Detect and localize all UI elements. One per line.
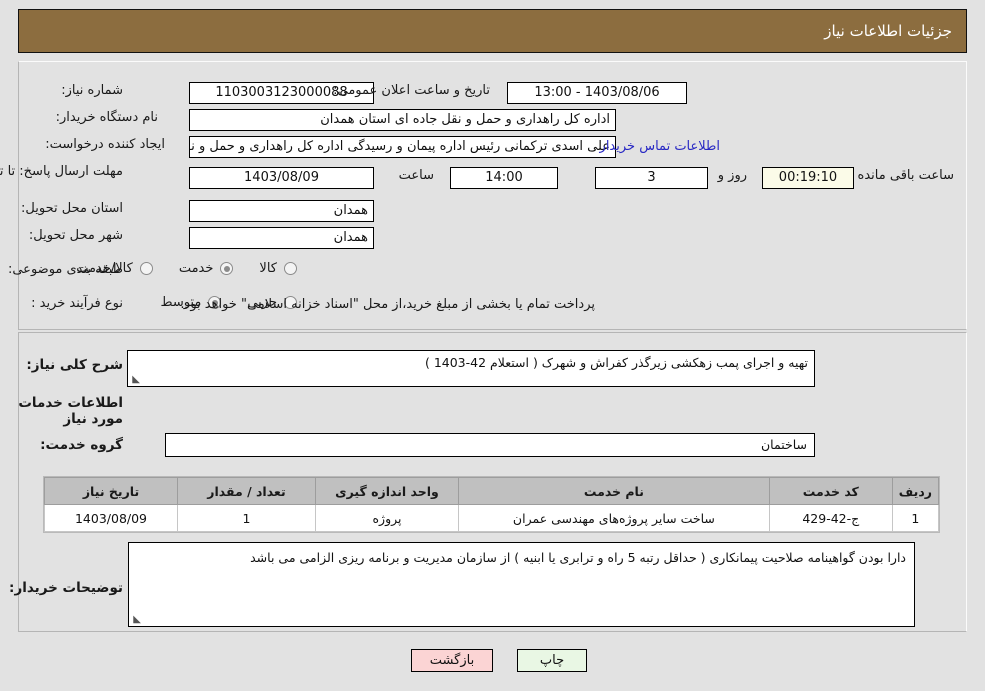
buyer-notes-label: توضیحات خریدار: (9, 580, 123, 596)
hours-remaining-label: ساعت باقی مانده (857, 168, 954, 183)
print-button[interactable]: چاپ (517, 649, 587, 672)
delivery-city-label: شهر محل تحویل: (28, 228, 123, 243)
subject-category-option-1[interactable]: خدمت (179, 261, 234, 276)
resize-handle-icon[interactable]: ◣ (131, 615, 141, 625)
resize-handle-icon[interactable]: ◣ (130, 375, 140, 385)
table-cell-کد خدمت: ج-42-429 (768, 504, 893, 532)
need-summary-label: شرح کلی نیاز: (26, 357, 123, 373)
subject-category-option-0[interactable]: کالا (259, 261, 297, 276)
table-column-header-1: کد خدمت (768, 477, 893, 505)
table-cell-واحد اندازه گیری: پروژه (315, 504, 459, 532)
radio-button-icon[interactable] (284, 262, 297, 275)
deadline-hour-label: ساعت (398, 168, 434, 183)
subject-category-option-label: کالا (259, 261, 277, 276)
procurement-type-label: نوع فرآیند خرید : (31, 296, 123, 311)
services-table-body: 1 ج-42-429 ساخت سایر پروژه‌های مهندسی عمرا… (44, 504, 940, 532)
delivery-province-label: استان محل تحویل: (21, 201, 123, 216)
request-creator-label: ایجاد کننده درخواست: (45, 137, 165, 152)
need-details-page: جزئیات اطلاعات نیاز AriaTender.net شماره… (0, 0, 985, 691)
need-summary-textarea[interactable]: تهیه و اجرای پمب زهکشی زیرگذر کفراش و شه… (127, 350, 815, 387)
buyer-contact-link[interactable]: اطلاعات تماس خریدار (600, 139, 720, 154)
table-cell-ردیف: 1 (891, 504, 940, 532)
table-row: 1 ج-42-429 ساخت سایر پروژه‌های مهندسی عمرا… (44, 504, 940, 532)
buyer-notes-textarea[interactable]: دارا بودن گواهینامه صلاحیت پیمانکاری ( ح… (128, 542, 915, 627)
request-creator-field[interactable]: علی اسدی ترکمانی رئیس اداره پیمان و رسید… (189, 136, 616, 158)
services-table: ردیف کد خدمت نام خدمت واحد اندازه گیری تعداد… (44, 477, 940, 532)
need-info-panel (18, 61, 967, 330)
services-section-heading: اطلاعات خدمات مورد نیاز (18, 395, 123, 427)
subject-category-option-2[interactable]: کالا/خدمت (76, 261, 153, 276)
subject-category-option-label: کالا/خدمت (76, 261, 133, 276)
days-remaining-field[interactable]: 3 (595, 167, 708, 189)
table-column-header-2: نام خدمت (458, 477, 770, 505)
need-number-label: شماره نیاز: (61, 83, 123, 98)
service-group-field[interactable]: ساختمان (165, 433, 815, 457)
subject-category-radio-group[interactable]: کالا خدمت کالا/خدمت (50, 261, 297, 276)
delivery-province-field[interactable]: همدان (189, 200, 374, 222)
table-cell-تاریخ نیاز: 1403/08/09 (44, 504, 178, 532)
deadline-date-field[interactable]: 1403/08/09 (189, 167, 374, 189)
services-table-wrapper: ردیف کد خدمت نام خدمت واحد اندازه گیری تعداد… (43, 476, 940, 533)
page-title: جزئیات اطلاعات نیاز (824, 22, 952, 40)
radio-button-icon[interactable] (139, 262, 153, 275)
table-cell-نام خدمت: ساخت سایر پروژه‌های مهندسی عمران (458, 504, 770, 532)
radio-button-icon[interactable] (220, 262, 234, 275)
table-header-row: ردیف کد خدمت نام خدمت واحد اندازه گیری تعداد… (44, 477, 940, 505)
buyer-notes-text: دارا بودن گواهینامه صلاحیت پیمانکاری ( ح… (250, 550, 906, 565)
response-deadline-label: مهلت ارسال پاسخ: تا تاریخ: (0, 164, 123, 179)
announcement-datetime-field[interactable]: 1403/08/06 - 13:00 (507, 82, 687, 104)
days-and-label: روز و (717, 168, 747, 183)
service-group-label: گروه خدمت: (40, 437, 123, 453)
table-column-header-0: ردیف (891, 477, 940, 505)
back-button[interactable]: بازگشت (411, 649, 493, 672)
table-column-header-5: تاریخ نیاز (44, 477, 178, 505)
subject-category-option-label: خدمت (178, 261, 214, 276)
page-header: جزئیات اطلاعات نیاز (18, 9, 967, 53)
treasury-bonds-note: پرداخت تمام یا بخشی از مبلغ خرید،از محل … (180, 297, 595, 312)
buyer-organization-field[interactable]: اداره کل راهداری و حمل و نقل جاده ای است… (189, 109, 616, 131)
countdown-timer-field: 00:19:10 (762, 167, 854, 189)
deadline-time-field[interactable]: 14:00 (450, 167, 558, 189)
table-column-header-3: واحد اندازه گیری (315, 477, 459, 505)
announcement-datetime-label: تاریخ و ساعت اعلان عمومی: (333, 83, 490, 98)
delivery-city-field[interactable]: همدان (189, 227, 374, 249)
buyer-organization-label: نام دستگاه خریدار: (55, 110, 158, 125)
services-table-head: ردیف کد خدمت نام خدمت واحد اندازه گیری تعداد… (44, 477, 940, 505)
table-column-header-4: تعداد / مقدار (177, 477, 316, 505)
need-summary-text: تهیه و اجرای پمب زهکشی زیرگذر کفراش و شه… (424, 355, 808, 370)
table-cell-تعداد / مقدار: 1 (177, 504, 316, 532)
